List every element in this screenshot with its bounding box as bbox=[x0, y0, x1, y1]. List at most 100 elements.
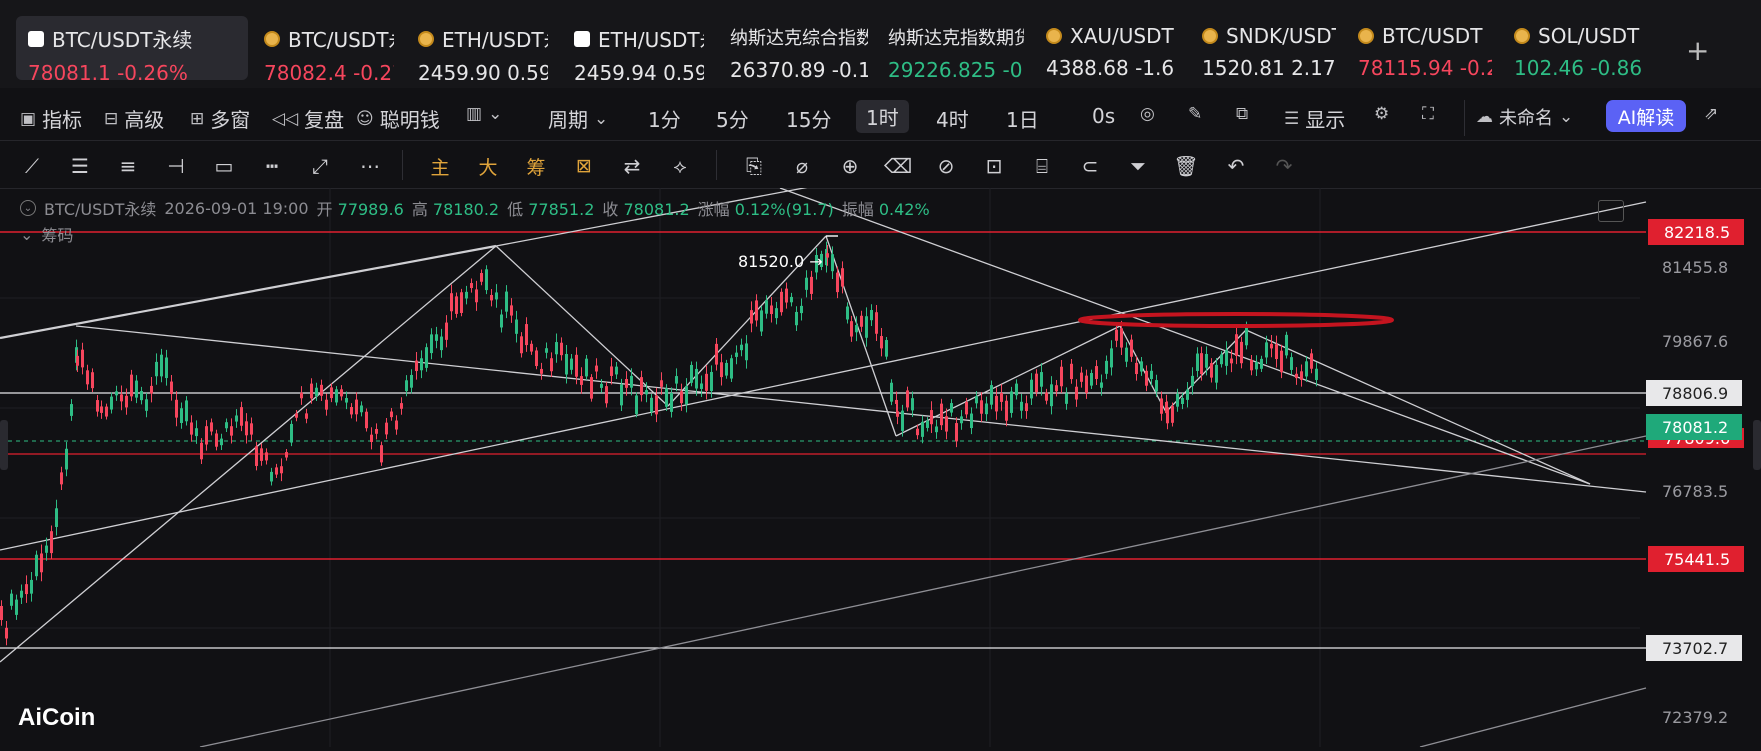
tab-1m[interactable]: 1分 bbox=[648, 104, 681, 133]
tab-15m[interactable]: 15分 bbox=[786, 104, 831, 133]
parallel-channel-icon[interactable]: ☰ bbox=[66, 152, 94, 180]
tab-4h[interactable]: 4时 bbox=[936, 104, 969, 133]
ai-interpret-button[interactable]: AI解读 bbox=[1606, 100, 1686, 132]
candle-body bbox=[826, 253, 829, 258]
pen-icon[interactable]: ✎ bbox=[1188, 104, 1202, 124]
tab-0s[interactable]: 0s bbox=[1092, 104, 1115, 128]
arrow-line-icon[interactable]: ⤢ bbox=[306, 152, 334, 180]
chart-type-dropdown[interactable]: ▥ ⌄ bbox=[466, 104, 502, 124]
ticker-item[interactable]: BTC/USDT 78115.94 -0.2 bbox=[1346, 16, 1492, 80]
big-order-button[interactable]: 大 bbox=[474, 152, 502, 180]
candle-body bbox=[190, 422, 193, 435]
camera-icon[interactable]: ◎ bbox=[1140, 104, 1155, 124]
main-indicator-button[interactable]: 主 bbox=[426, 152, 454, 180]
rewind-icon: ◁◁ bbox=[272, 108, 299, 129]
indicators-button[interactable]: ▣ 指标 bbox=[20, 104, 82, 133]
eraser-icon[interactable]: ⌫ bbox=[884, 152, 912, 180]
tab-5m[interactable]: 5分 bbox=[716, 104, 749, 133]
ruler-icon[interactable]: ┅ bbox=[258, 152, 286, 180]
lock-icon[interactable]: ⊡ bbox=[980, 152, 1008, 180]
new-window-icon[interactable]: ⧉ bbox=[1236, 104, 1248, 124]
settings-icon[interactable]: ⚙ bbox=[1374, 104, 1389, 124]
replay-button[interactable]: ◁◁ 复盘 bbox=[272, 104, 344, 133]
smart-money-button[interactable]: ☺ 聪明钱 bbox=[356, 104, 440, 133]
ticker-item[interactable]: BTC/USDT永续 78082.4 -0.27% bbox=[252, 16, 394, 80]
ticker-change: -0.2 bbox=[1459, 56, 1492, 80]
horizontal-lines-icon[interactable]: ≡ bbox=[114, 152, 142, 180]
ticker-item[interactable]: SNDK/USDT 1520.81 2.17 bbox=[1190, 16, 1336, 80]
share-icon[interactable]: ⇗ bbox=[1704, 104, 1718, 124]
candle-body bbox=[560, 342, 563, 356]
candle-body bbox=[930, 410, 933, 425]
candle-body bbox=[690, 364, 693, 383]
pattern-icon[interactable]: ⊠ bbox=[570, 152, 598, 180]
candle-body bbox=[625, 379, 628, 388]
ticker-item[interactable]: SOL/USDT 102.46 -0.86 bbox=[1502, 16, 1650, 80]
display-button[interactable]: ☰ 显示 bbox=[1284, 104, 1345, 133]
candle-body bbox=[50, 531, 53, 554]
low-value: 77851.2 bbox=[528, 200, 595, 219]
fullscreen-icon[interactable]: ⛶ bbox=[1422, 104, 1434, 124]
candle-body bbox=[665, 388, 668, 407]
ticker-change: -1.6 bbox=[1135, 56, 1175, 80]
candle-body bbox=[20, 590, 23, 598]
candle-body bbox=[1300, 371, 1303, 380]
ticker-name: 纳斯达克综合指数 bbox=[730, 28, 868, 49]
ticker-item[interactable]: XAU/USDT 4388.68 -1.6 bbox=[1034, 16, 1180, 80]
candle-body bbox=[635, 395, 638, 415]
scroll-right-handle[interactable] bbox=[1753, 420, 1761, 470]
ticker-item[interactable]: 纳斯达克综合指数 26370.89 -0.1 bbox=[718, 16, 868, 80]
scroll-left-handle[interactable] bbox=[0, 420, 8, 470]
candle-body bbox=[500, 314, 503, 328]
measure-icon[interactable]: ⌀ bbox=[788, 152, 816, 180]
collapse-icon[interactable]: ⌄ bbox=[20, 200, 36, 216]
zoom-in-icon[interactable]: ⊕ bbox=[836, 152, 864, 180]
brand-logo: AiCoin bbox=[18, 704, 96, 731]
candle-body bbox=[911, 398, 914, 411]
layout-dropdown[interactable]: ☁ 未命名 ⌄ bbox=[1476, 104, 1573, 130]
delete-icon[interactable]: 🗑 bbox=[1172, 152, 1200, 180]
tab-1d[interactable]: 1日 bbox=[1006, 104, 1039, 133]
redo-icon[interactable]: ↷ bbox=[1270, 152, 1298, 180]
filter-icon[interactable]: ⏷ bbox=[1124, 152, 1152, 180]
candle-body bbox=[725, 362, 728, 376]
candle-body bbox=[410, 374, 413, 388]
candle-body bbox=[205, 426, 208, 445]
candle-body bbox=[575, 354, 578, 377]
candle-body bbox=[110, 396, 113, 410]
swap-icon[interactable]: ⇄ bbox=[618, 152, 646, 180]
ticker-item[interactable]: 纳斯达克指数期货 29226.825 -0 bbox=[876, 16, 1024, 80]
candle-body bbox=[775, 308, 778, 319]
collapse-icon[interactable]: ⌄ bbox=[20, 225, 33, 244]
hide-drawings-icon[interactable]: ⊘ bbox=[932, 152, 960, 180]
trend-line-icon[interactable]: ⟋ bbox=[18, 152, 46, 180]
chart-corner-control[interactable] bbox=[1598, 200, 1624, 222]
period-dropdown[interactable]: 周期 ⌄ bbox=[548, 104, 608, 133]
ticker-item[interactable]: BTC/USDT永续 78081.1 -0.26% bbox=[16, 16, 248, 80]
tab-1h[interactable]: 1时 bbox=[856, 100, 909, 133]
price-chart[interactable] bbox=[0, 167, 1761, 748]
list-icon: ☰ bbox=[1284, 108, 1300, 129]
candle-body bbox=[745, 343, 748, 361]
candle-body bbox=[590, 377, 593, 399]
chips-button[interactable]: 筹 bbox=[522, 152, 550, 180]
ticker-item[interactable]: ETH/USDT永续 2459.94 0.59% bbox=[562, 16, 704, 80]
magic-line-icon[interactable]: ⟡ bbox=[666, 152, 694, 180]
trendlines bbox=[0, 167, 1647, 748]
chart-canvas[interactable] bbox=[0, 167, 1761, 748]
undo-icon[interactable]: ↶ bbox=[1222, 152, 1250, 180]
candle-body bbox=[995, 395, 998, 412]
candle-body bbox=[540, 368, 543, 374]
more-tools-icon[interactable]: ⋯ bbox=[356, 152, 384, 180]
edit-list-icon[interactable]: ⌸ bbox=[1028, 152, 1056, 180]
candle-body bbox=[445, 322, 448, 340]
add-ticker-button[interactable]: + bbox=[1686, 34, 1709, 67]
ticker-item[interactable]: ETH/USDT永续 2459.90 0.59% bbox=[406, 16, 548, 80]
magnet-icon[interactable]: ⊂ bbox=[1076, 152, 1104, 180]
advanced-button[interactable]: ⊟ 高级 bbox=[104, 104, 164, 133]
multi-window-button[interactable]: ⊞ 多窗 bbox=[190, 104, 250, 133]
candle-body bbox=[1085, 375, 1088, 393]
copy-icon[interactable]: ⎘ bbox=[740, 152, 768, 180]
rectangle-icon[interactable]: ▭ bbox=[210, 152, 238, 180]
horizontal-line-icon[interactable]: ⊣ bbox=[162, 152, 190, 180]
